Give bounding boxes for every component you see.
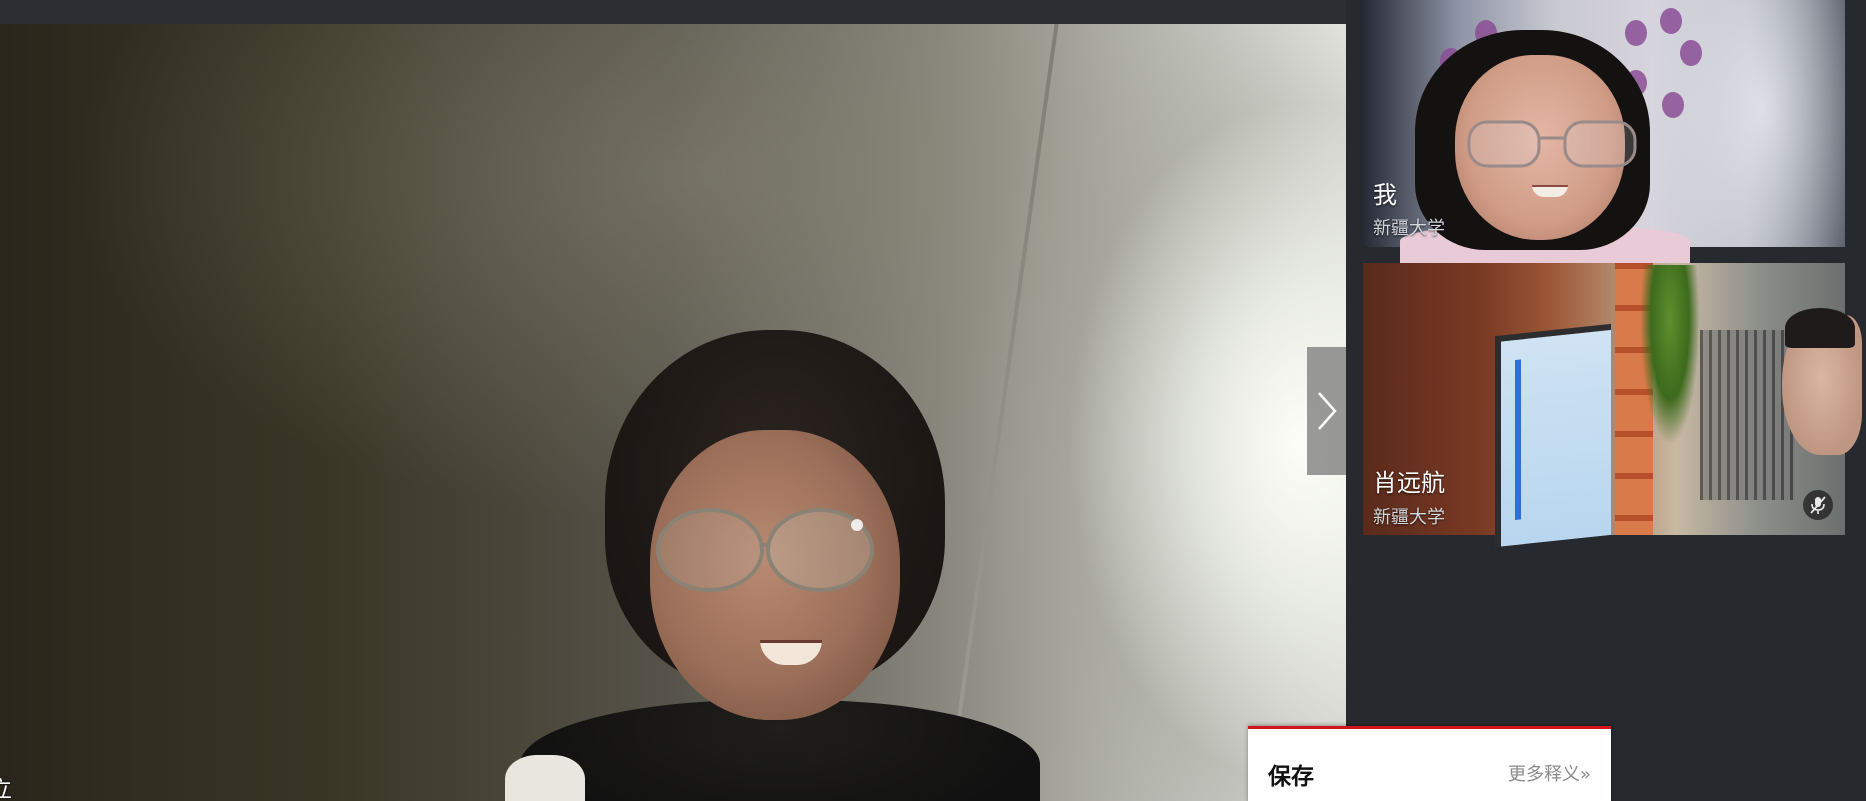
more-definitions-link[interactable]: 更多释义» bbox=[1508, 760, 1591, 786]
top-bar bbox=[0, 0, 1346, 24]
chevron-right-icon bbox=[1317, 392, 1337, 430]
speaker-glasses bbox=[656, 508, 874, 592]
window-grille bbox=[1700, 330, 1795, 500]
participant-hair bbox=[1785, 308, 1855, 348]
speaker-collar bbox=[505, 755, 585, 801]
background-wall-edge bbox=[945, 24, 1059, 801]
mic-off-icon bbox=[1810, 496, 1826, 514]
participant-name: 肖远航 bbox=[1373, 469, 1445, 497]
main-speaker-name: 立 bbox=[0, 778, 13, 801]
mute-status-badge bbox=[1803, 490, 1833, 520]
dictionary-popup: 保存 更多释义» bbox=[1248, 726, 1611, 801]
participant-organization: 新疆大学 bbox=[1373, 218, 1445, 239]
computer-monitor bbox=[1495, 323, 1611, 548]
monitor-sidebar bbox=[1515, 359, 1521, 520]
dictionary-word: 保存 bbox=[1268, 764, 1314, 790]
hanging-plant bbox=[1640, 265, 1700, 445]
participant-name: 我 bbox=[1373, 181, 1397, 209]
next-page-button[interactable] bbox=[1307, 347, 1346, 475]
participant-organization: 新疆大学 bbox=[1373, 507, 1445, 528]
meeting-window: 立 我 新疆大学 肖远航 新疆大学 保存 更多释义» bbox=[0, 0, 1866, 801]
self-glasses bbox=[1467, 120, 1637, 168]
